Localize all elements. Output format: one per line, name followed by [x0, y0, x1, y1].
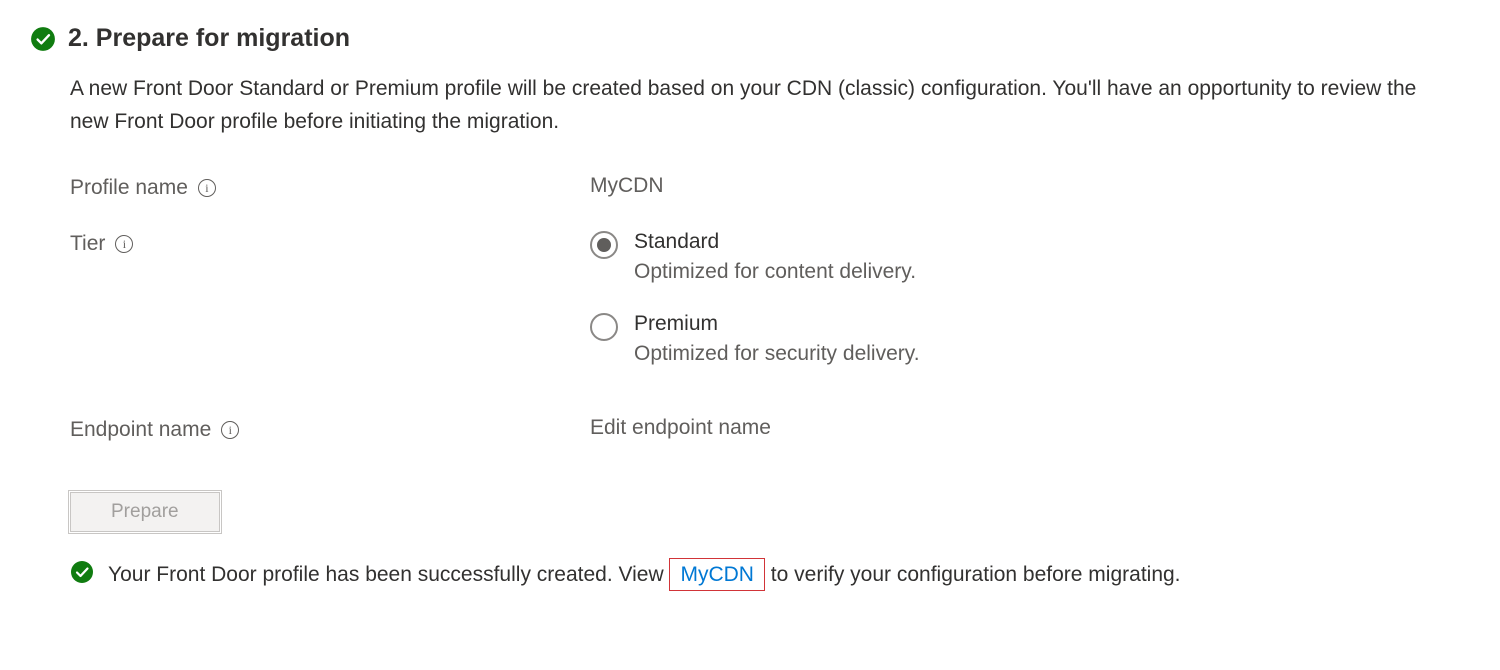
status-suffix: to verify your configuration before migr…: [765, 563, 1181, 586]
profile-name-value-col: MyCDN: [590, 174, 1470, 198]
info-icon[interactable]: i: [115, 235, 133, 253]
form-area: Profile name i MyCDN Tier i Standard Opt…: [70, 174, 1470, 442]
profile-name-row: Profile name i MyCDN: [70, 174, 1470, 200]
tier-radio-premium[interactable]: Premium Optimized for security delivery.: [590, 312, 1470, 366]
radio-text: Premium Optimized for security delivery.: [634, 312, 920, 366]
section-title: 2. Prepare for migration: [68, 24, 350, 53]
profile-name-value: MyCDN: [590, 174, 664, 197]
tier-standard-label: Standard: [634, 230, 916, 254]
section-header: 2. Prepare for migration: [30, 24, 1470, 53]
tier-radio-standard[interactable]: Standard Optimized for content delivery.: [590, 230, 1470, 284]
tier-value-col: Standard Optimized for content delivery.…: [590, 230, 1470, 366]
endpoint-name-label-col: Endpoint name i: [70, 416, 590, 442]
endpoint-name-row: Endpoint name i Edit endpoint name: [70, 416, 1470, 442]
profile-name-label-col: Profile name i: [70, 174, 590, 200]
status-prefix: Your Front Door profile has been success…: [108, 563, 669, 586]
tier-premium-desc: Optimized for security delivery.: [634, 342, 920, 366]
section-description: A new Front Door Standard or Premium pro…: [70, 73, 1450, 138]
tier-label-col: Tier i: [70, 230, 590, 256]
tier-radio-group: Standard Optimized for content delivery.…: [590, 230, 1470, 366]
status-profile-link[interactable]: MyCDN: [669, 558, 765, 591]
radio-text: Standard Optimized for content delivery.: [634, 230, 916, 284]
prepare-button[interactable]: Prepare: [70, 492, 220, 532]
check-circle-icon: [70, 560, 94, 590]
info-icon[interactable]: i: [198, 179, 216, 197]
radio-selected-icon: [590, 231, 618, 259]
tier-label: Tier: [70, 232, 105, 256]
radio-unselected-icon: [590, 313, 618, 341]
status-message: Your Front Door profile has been success…: [108, 563, 1181, 587]
tier-row: Tier i Standard Optimized for content de…: [70, 230, 1470, 366]
tier-standard-desc: Optimized for content delivery.: [634, 260, 916, 284]
tier-premium-label: Premium: [634, 312, 920, 336]
endpoint-name-value-col: Edit endpoint name: [590, 416, 1470, 440]
endpoint-name-label: Endpoint name: [70, 418, 211, 442]
info-icon[interactable]: i: [221, 421, 239, 439]
endpoint-name-value[interactable]: Edit endpoint name: [590, 416, 771, 439]
profile-name-label: Profile name: [70, 176, 188, 200]
status-row: Your Front Door profile has been success…: [70, 560, 1470, 590]
check-circle-icon: [30, 26, 56, 52]
